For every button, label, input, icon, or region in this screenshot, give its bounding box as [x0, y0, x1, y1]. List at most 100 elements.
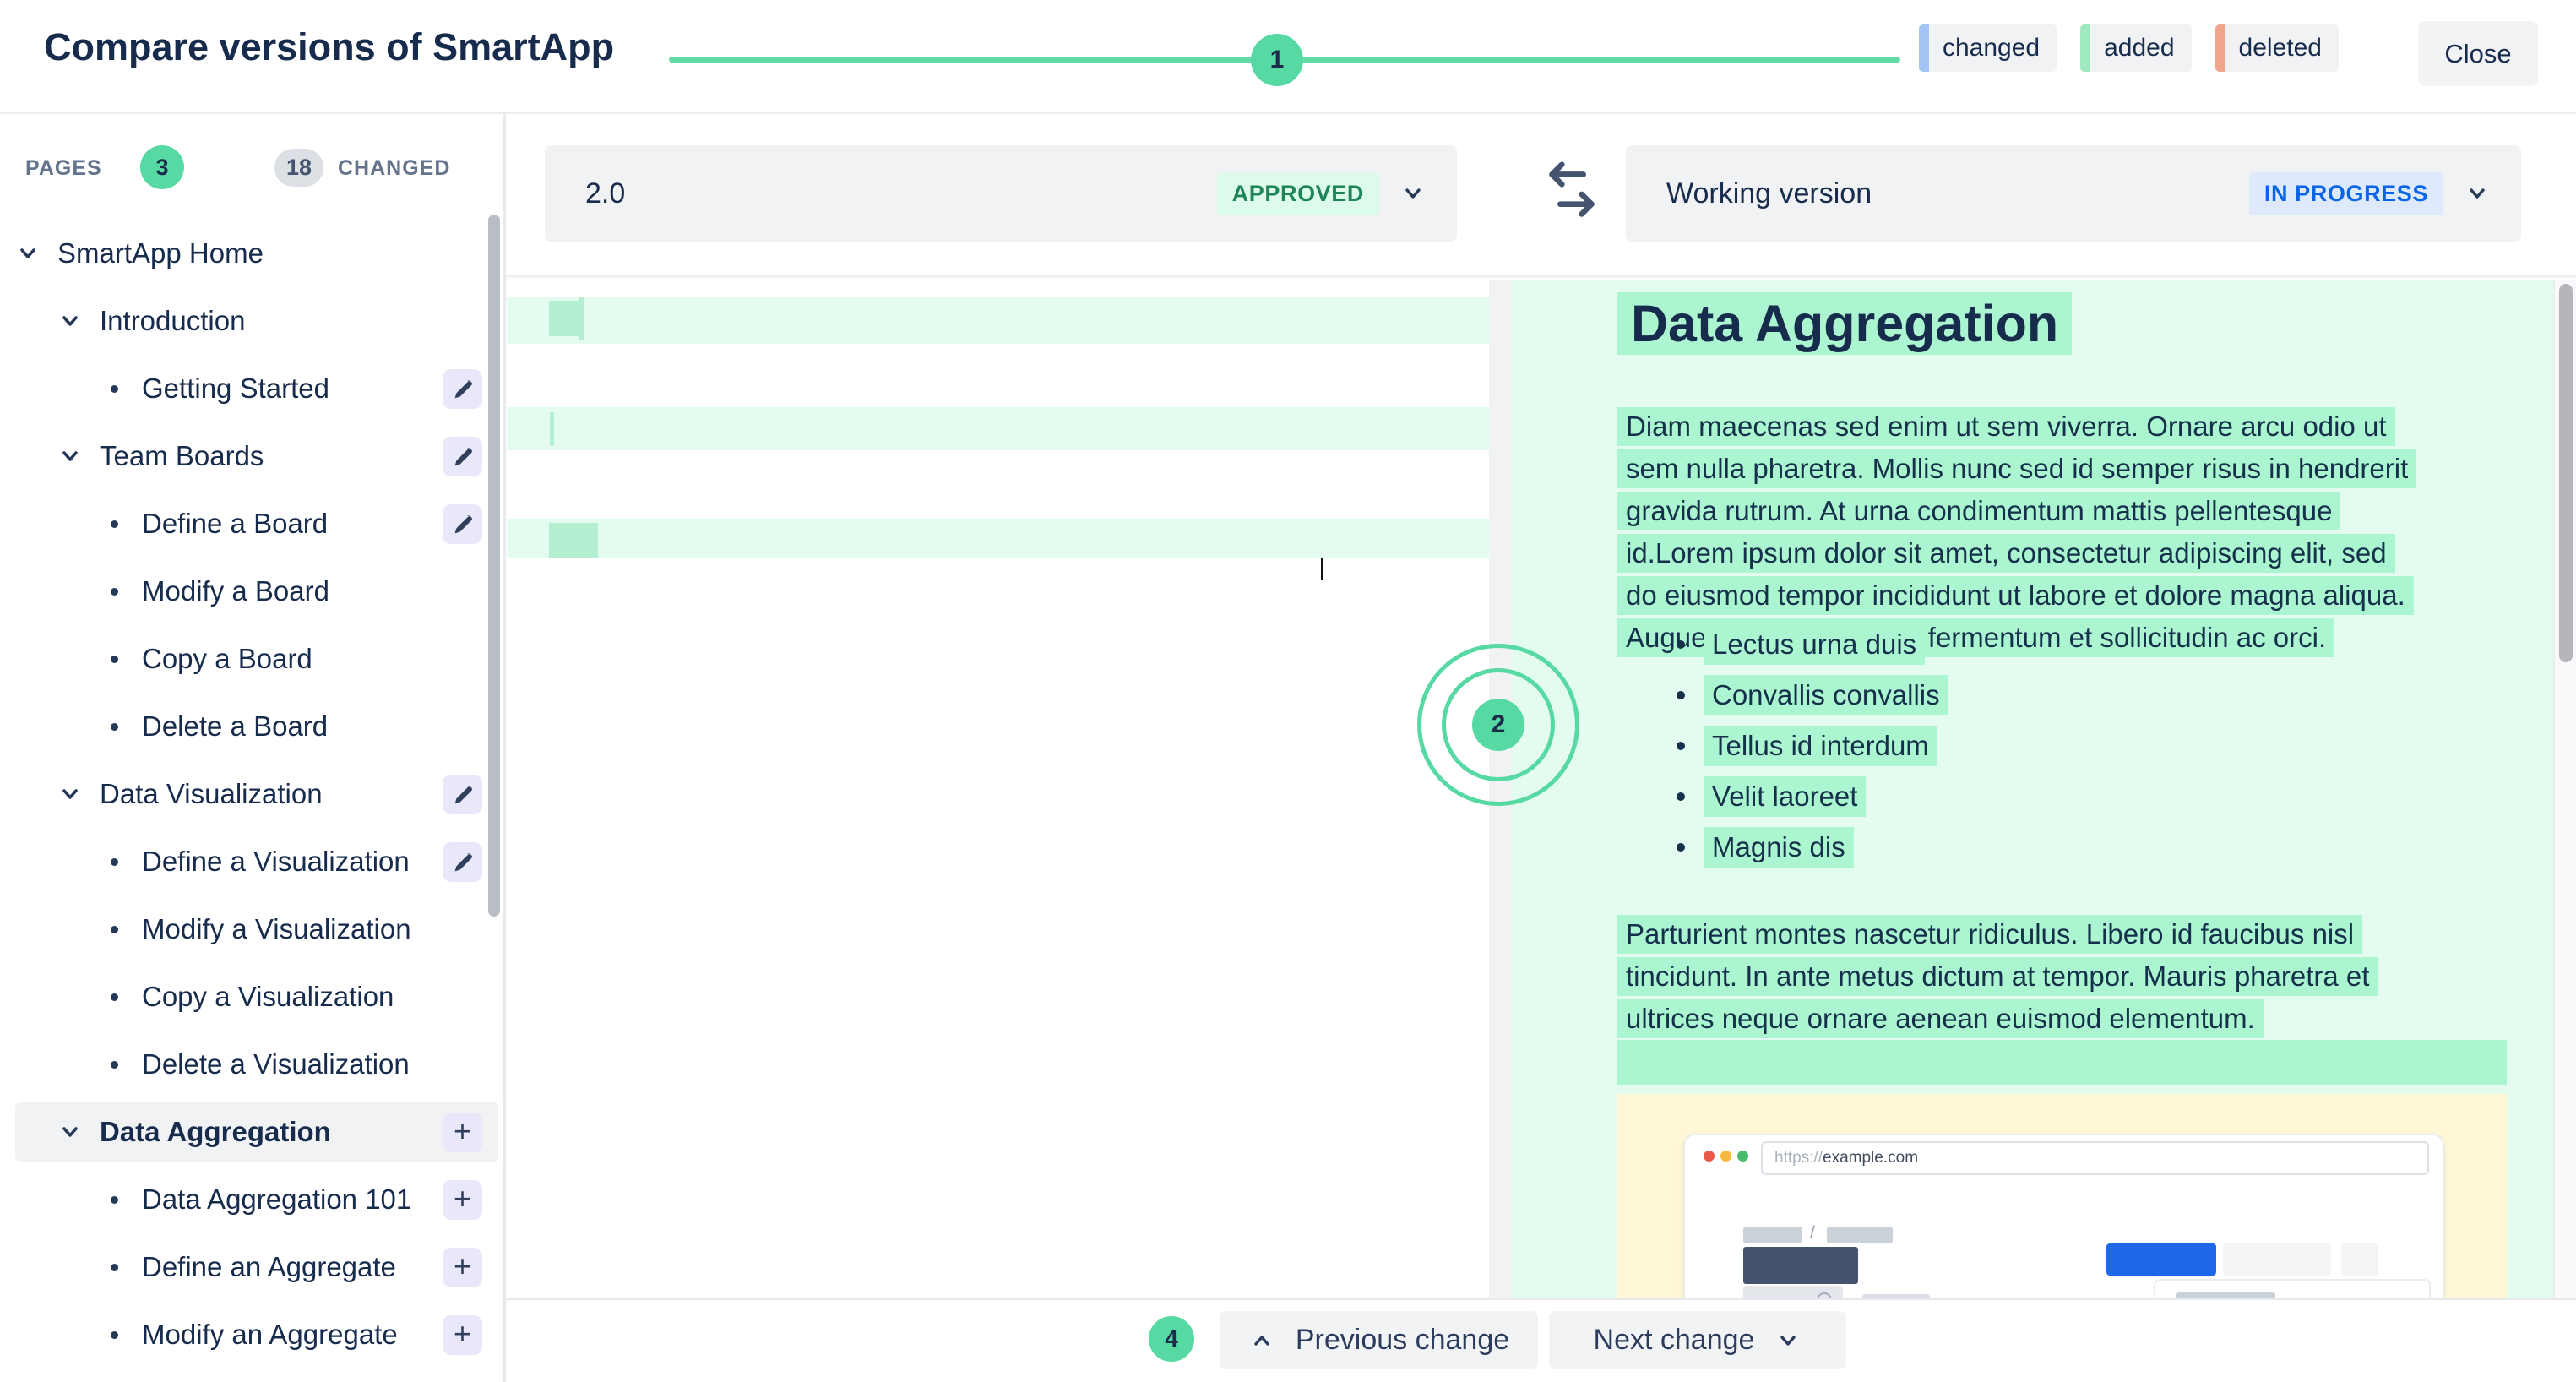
content-heading: Data Aggregation: [1617, 292, 2072, 355]
sidebar-item-copy-a-visualization[interactable]: Copy a Visualization: [0, 963, 503, 1031]
sidebar-item-modify-a-board[interactable]: Modify a Board: [0, 558, 503, 625]
traffic-light-green-icon: [1737, 1151, 1748, 1162]
added-text-line: do eiusmod tempor incididunt ut labore e…: [1617, 576, 2414, 615]
sidebar-item-label: SmartApp Home: [57, 237, 264, 269]
sidebar-item-define-a-board[interactable]: Define a Board: [0, 490, 503, 558]
sidebar-item-label: Modify an Aggregate: [142, 1319, 398, 1351]
version-selector-left[interactable]: 2.0 APPROVED: [545, 145, 1457, 242]
previous-change-button[interactable]: Previous change: [1220, 1311, 1538, 1369]
working-version-pane: Data Aggregation Diam maecenas sed enim …: [1512, 280, 2553, 1298]
paragraph: Parturient montes nascetur ridiculus. Li…: [1617, 915, 2378, 1042]
left-pane-added-band: [507, 519, 1489, 558]
sidebar-item-modify-an-aggregate[interactable]: Modify an Aggregate +: [0, 1301, 503, 1368]
content-scrollbar-thumb[interactable]: [2559, 284, 2573, 662]
sidebar-item-smartapp-home[interactable]: SmartApp Home: [0, 220, 503, 287]
changed-label: CHANGED: [338, 156, 450, 181]
added-text-line: sem nulla pharetra. Mollis nunc sed id s…: [1617, 449, 2416, 488]
sidebar-item-data-visualization[interactable]: Data Visualization: [0, 760, 503, 828]
bullet-icon: [111, 1196, 118, 1204]
sidebar-item-delete-a-board[interactable]: Delete a Board: [0, 693, 503, 760]
chevron-up-icon: [1248, 1327, 1275, 1354]
added-plus-icon[interactable]: +: [443, 1248, 482, 1287]
next-change-button[interactable]: Next change: [1549, 1311, 1846, 1369]
edited-pencil-icon[interactable]: [443, 369, 482, 409]
left-pane-added-block: [579, 297, 584, 340]
pane-top-shadow: [503, 275, 2576, 280]
mock-breadcrumb-bar: [1827, 1227, 1893, 1243]
onboarding-step-1-badge: 1: [1251, 34, 1303, 86]
compare-versions-dialog: Compare versions of SmartApp 1 changedad…: [0, 0, 2576, 1382]
sidebar-item-label: Data Aggregation: [100, 1116, 331, 1148]
sidebar-item-getting-started[interactable]: Getting Started: [0, 355, 503, 422]
sidebar-item-data-aggregation-101[interactable]: Data Aggregation 101+: [0, 1166, 503, 1233]
legend-chip-changed: changed: [1919, 24, 2057, 72]
text-caret: [1321, 558, 1323, 580]
header-divider: [0, 112, 2576, 114]
changed-color-swatch: [1919, 24, 1929, 72]
mock-url-host: example.com: [1823, 1149, 1918, 1167]
mock-url-bar: https://example.com: [1761, 1141, 2429, 1175]
edited-pencil-icon[interactable]: [443, 775, 482, 814]
legend-label: changed: [1929, 34, 2057, 63]
chevron-down-icon[interactable]: [56, 442, 84, 471]
bullet-item: Magnis dis: [1677, 822, 1948, 873]
bullet-icon: [111, 588, 118, 596]
added-text-line: gravida rutrum. At urna condimentum matt…: [1617, 492, 2340, 530]
chevron-down-icon: [1774, 1327, 1802, 1354]
chevron-down-icon[interactable]: [56, 1118, 84, 1146]
sidebar-item-label: Modify a Board: [142, 575, 329, 607]
added-plus-icon[interactable]: +: [443, 1113, 482, 1152]
added-spacer-block: [1617, 1040, 2507, 1085]
added-bullet-text: Convallis convallis: [1704, 675, 1948, 715]
pages-count-badge: 3: [140, 145, 184, 189]
edited-pencil-icon[interactable]: [443, 504, 482, 544]
version-left-name: 2.0: [585, 177, 1217, 210]
page-title: Compare versions of SmartApp: [44, 25, 614, 69]
added-plus-icon[interactable]: +: [443, 1180, 482, 1220]
added-bullet-text: Velit laoreet: [1704, 776, 1866, 817]
bullet-list: Lectus urna duisConvallis convallisTellu…: [1677, 619, 1948, 873]
left-pane-added-block: [549, 523, 598, 558]
onboarding-step-4-badge: 4: [1149, 1316, 1194, 1362]
edited-pencil-icon[interactable]: [443, 842, 482, 882]
added-bullet-text: Tellus id interdum: [1704, 726, 1937, 766]
chevron-down-icon: [1399, 180, 1427, 207]
mock-secondary-button: [2223, 1243, 2331, 1276]
edited-pencil-icon[interactable]: [443, 437, 482, 476]
chevron-down-icon[interactable]: [14, 239, 42, 268]
chevron-down-icon[interactable]: [56, 780, 84, 808]
sidebar-item-delete-a-visualization[interactable]: Delete a Visualization: [0, 1031, 503, 1098]
bullet-item: Velit laoreet: [1677, 771, 1948, 822]
left-pane-added-block: [549, 301, 579, 336]
sidebar-item-label: Copy a Board: [142, 643, 312, 675]
sidebar-item-modify-a-visualization[interactable]: Modify a Visualization: [0, 895, 503, 963]
sidebar-item-copy-a-board[interactable]: Copy a Board: [0, 625, 503, 693]
sidebar-item-label: Copy a Visualization: [142, 981, 394, 1013]
bullet-icon: [111, 993, 118, 1001]
sidebar-divider: [503, 112, 506, 1382]
chevron-down-icon[interactable]: [56, 307, 84, 335]
mock-icon-button: [2341, 1243, 2378, 1276]
swap-versions-icon[interactable]: [1535, 159, 1608, 226]
sidebar-item-label: Define a Board: [142, 508, 328, 540]
sidebar-item-team-boards[interactable]: Team Boards: [0, 422, 503, 490]
sidebar-scrollbar-thumb[interactable]: [488, 215, 500, 917]
sidebar-item-define-a-visualization[interactable]: Define a Visualization: [0, 828, 503, 895]
sidebar-item-label: Delete a Visualization: [142, 1048, 410, 1080]
bullet-icon: [1677, 742, 1685, 750]
close-button[interactable]: Close: [2418, 21, 2538, 86]
mock-title-block: [1743, 1247, 1858, 1284]
sidebar-item-define-an-aggregate[interactable]: Define an Aggregate+: [0, 1233, 503, 1301]
pages-label: PAGES: [25, 156, 102, 181]
bullet-icon: [111, 1331, 118, 1339]
sidebar-item-label: Introduction: [100, 305, 245, 337]
version-selector-right[interactable]: Working version IN PROGRESS: [1626, 145, 2521, 242]
sidebar-item-data-aggregation[interactable]: Data Aggregation +: [0, 1098, 503, 1166]
left-pane-added-block: [550, 412, 554, 446]
sidebar-item-introduction[interactable]: Introduction: [0, 287, 503, 355]
sidebar-item-label: Define a Visualization: [142, 846, 410, 878]
added-plus-icon[interactable]: +: [443, 1315, 482, 1355]
bullet-icon: [111, 520, 118, 528]
bullet-item: Convallis convallis: [1677, 670, 1948, 721]
legend-chip-deleted: deleted: [2215, 24, 2339, 72]
